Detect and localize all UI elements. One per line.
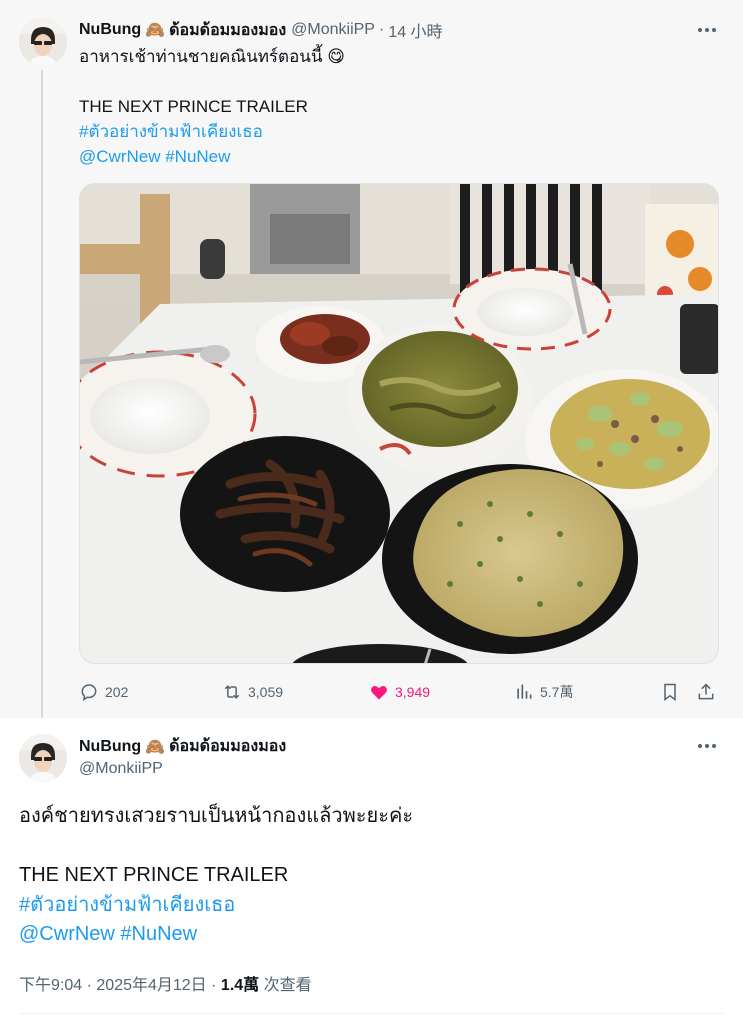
repost-button[interactable]: 3,059 (222, 680, 283, 704)
monkey-emoji: 🙈 (145, 738, 166, 756)
repost-icon (224, 685, 240, 699)
author-name-row: NuBung 🙈 ด้อมด้อมมองมอง (79, 734, 286, 759)
mention-link[interactable]: @CwrNew (19, 923, 115, 945)
hashtag-link[interactable]: #ตัวอย่างข้ามฟ้าเคียงเธอ (19, 891, 235, 919)
author-display-extra[interactable]: ด้อมด้อมมองมอง (169, 734, 286, 759)
reply-icon (81, 684, 97, 702)
views-count: 5.7萬 (540, 684, 574, 700)
parent-tweet[interactable]: NuBung 🙈 ด้อมด้อมมองมอง @MonkiiPP · 14 小… (0, 0, 743, 730)
main-tweet: NuBung 🙈 ด้อมด้อมมองมอง @MonkiiPP องค์ชา… (0, 718, 743, 1017)
author-name[interactable]: NuBung (79, 738, 141, 756)
bookmark-button[interactable] (660, 680, 686, 704)
food-photo (80, 184, 718, 663)
views-icon (517, 684, 532, 699)
tweet-date[interactable]: 2025年4月12日 (96, 977, 206, 994)
hashtag-link[interactable]: #ตัวอย่างข้ามฟ้าเคียงเธอ (79, 120, 263, 144)
hashtag-link[interactable]: #NuNew (120, 923, 197, 945)
like-count: 3,949 (395, 684, 431, 700)
author-name[interactable]: NuBung (79, 21, 141, 39)
avatar[interactable] (19, 18, 67, 66)
tweet-tags-line: @CwrNew #NuNew (79, 145, 230, 169)
thread-line (41, 70, 43, 730)
share-icon (698, 683, 714, 700)
author-handle[interactable]: @MonkiiPP (291, 21, 375, 39)
tweet-media-photo[interactable] (79, 183, 719, 664)
tweet-text-line2: THE NEXT PRINCE TRAILER (79, 97, 308, 116)
share-button[interactable] (696, 680, 722, 704)
monkey-emoji: 🙈 (145, 22, 166, 39)
mention-link[interactable]: @CwrNew (79, 147, 160, 166)
like-button[interactable]: 3,949 (369, 680, 430, 704)
author-handle[interactable]: @MonkiiPP (79, 760, 163, 778)
author-display-extra[interactable]: ด้อมด้อมมองมอง (169, 18, 286, 43)
views-label: 次查看 (263, 977, 312, 994)
more-icon[interactable] (693, 18, 721, 42)
tweet-text-line2: THE NEXT PRINCE TRAILER (19, 864, 289, 886)
tweet-meta: 下午9:04 · 2025年4月12日 · 1.4萬 次查看 (19, 971, 312, 995)
tweet-text-line1: องค์ชายทรงเสวยราบเป็นหน้ากองแล้วพะยะค่ะ (19, 805, 414, 827)
tweet-header: NuBung 🙈 ด้อมด้อมมองมอง @MonkiiPP · 14 小… (79, 18, 443, 42)
tweet-time[interactable]: 14 小時 (388, 18, 442, 42)
more-icon[interactable] (693, 734, 721, 758)
divider (19, 1013, 724, 1014)
reply-count: 202 (105, 684, 129, 700)
reply-button[interactable]: 202 (79, 680, 128, 704)
bookmark-icon (664, 683, 676, 701)
avatar[interactable] (19, 734, 67, 782)
tweet-text-line1: อาหารเช้าท่านชายคณินทร์ตอนนี้ 😋 (79, 47, 345, 66)
separator-dot: · (211, 977, 217, 994)
separator-dot: · (378, 21, 385, 38)
views-count: 1.4萬 (220, 977, 260, 994)
separator-dot: · (86, 977, 92, 994)
hashtag-link[interactable]: #NuNew (165, 147, 230, 166)
tweet-time[interactable]: 下午9:04 (19, 977, 82, 994)
tweet-actions: 202 3,059 3,949 5.7萬 (79, 680, 719, 704)
tweet-tags-line: @CwrNew #NuNew (19, 920, 197, 948)
views-button[interactable]: 5.7萬 (514, 680, 573, 704)
repost-count: 3,059 (248, 684, 284, 700)
like-icon (371, 686, 387, 700)
